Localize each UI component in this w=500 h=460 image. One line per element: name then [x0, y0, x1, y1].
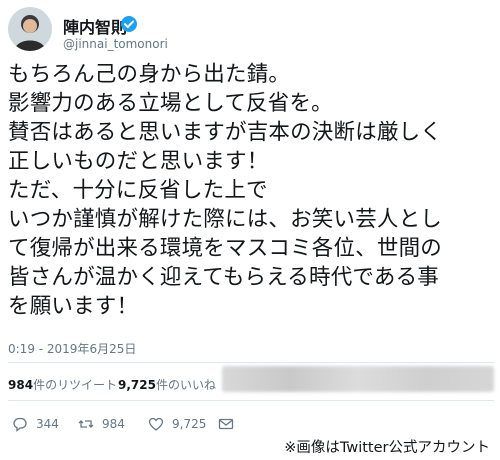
tweet-line: 正しいものだと思います！: [8, 149, 269, 174]
heart-icon: [148, 417, 164, 431]
retweet-count-link[interactable]: 984件のリツイート: [8, 376, 117, 393]
divider: [8, 400, 494, 401]
verified-badge-icon: [120, 15, 138, 33]
retweet-count-label: 件のリツイート: [33, 378, 118, 392]
user-handle[interactable]: @jinnai_tomonori: [63, 37, 168, 51]
tweet-line: もちろん己の身から出た錆。: [8, 62, 291, 87]
reply-count: 344: [36, 417, 59, 431]
retweet-count: 984: [8, 378, 34, 392]
reply-icon: [13, 417, 27, 432]
tweet-line: を願います！: [8, 294, 139, 319]
retweet-button[interactable]: 984: [78, 412, 125, 436]
tweet-line: 賛否はあると思いますが吉本の決断は厳しく: [8, 120, 443, 145]
tweet-timestamp[interactable]: 0:19 - 2019年6月25日: [8, 340, 136, 357]
avatar[interactable]: [8, 7, 52, 51]
tweet-text: もちろん己の身から出た錆。 影響力のある立場として反省を。 賛否はあると思います…: [8, 60, 494, 321]
tweet-line: いつか謹慎が解けた際には、お笑い芸人とし: [8, 207, 443, 232]
tweet-line: 影響力のある立場として反省を。: [8, 91, 333, 116]
like-count-link[interactable]: 9,725件のいいね: [118, 376, 216, 393]
tweet-actions: 344 984 9,725: [8, 412, 308, 436]
image-credit-caption: ※画像はTwitter公式アカウント: [284, 440, 490, 456]
message-button[interactable]: [218, 412, 234, 436]
retweet-action-count: 984: [102, 417, 125, 431]
like-count: 9,725: [118, 378, 156, 392]
user-name[interactable]: 陣内智則: [63, 14, 127, 38]
tweet-line: 皆さんが温かく迎えてもらえる時代である事: [8, 265, 439, 290]
like-action-count: 9,725: [172, 417, 207, 431]
like-count-label: 件のいいね: [155, 378, 216, 392]
like-button[interactable]: 9,725: [148, 412, 206, 436]
envelope-icon: [218, 418, 234, 430]
tweet-line: て復帰が出来る環境をマスコミ各位、世間の: [8, 236, 443, 261]
tweet-header: 陣内智則 @jinnai_tomonori: [8, 6, 492, 54]
liker-avatars-blurred: [222, 366, 494, 392]
retweet-icon: [78, 420, 94, 428]
tweet-line: ただ、十分に反省した上で: [8, 178, 268, 203]
reply-button[interactable]: 344: [12, 412, 59, 436]
divider: [8, 362, 494, 363]
